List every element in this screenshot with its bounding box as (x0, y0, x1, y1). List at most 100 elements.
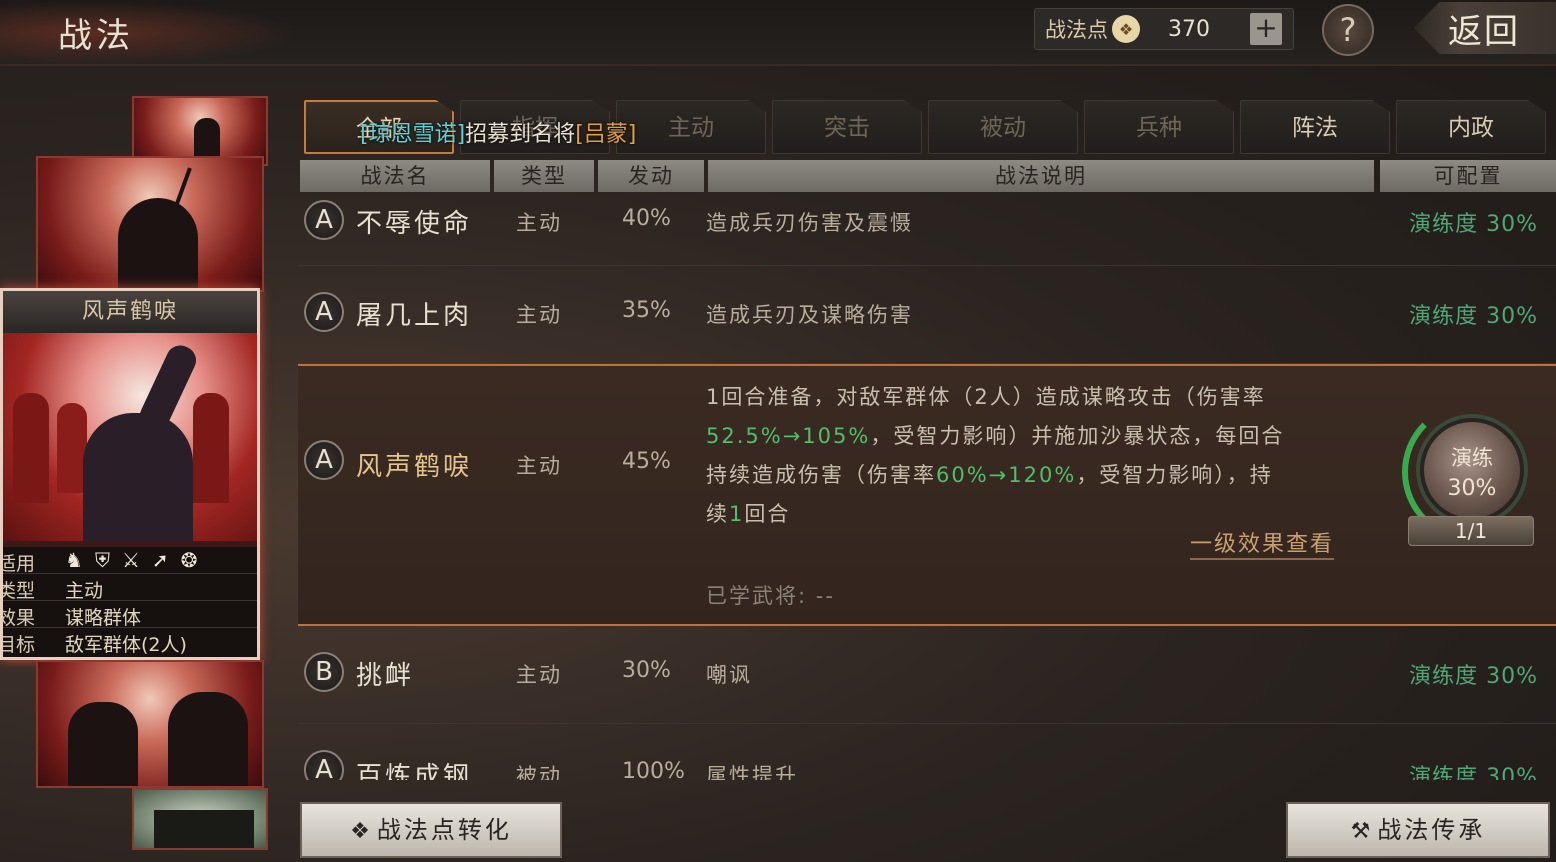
convert-points-button[interactable]: ❖ 战法点转化 (300, 802, 562, 858)
damage-rate: 52.5%→105% (706, 424, 871, 448)
crowd-silhouette (154, 810, 254, 848)
skill-points-icon: ❖ (1112, 15, 1140, 43)
grade-badge: A (304, 200, 344, 240)
skill-rate: 45% (622, 449, 671, 474)
skill-card-upper[interactable] (36, 156, 264, 292)
skill-rate: 35% (622, 298, 671, 323)
desc-text: 回合 (744, 502, 791, 526)
desc-text: 续 (706, 502, 729, 526)
drill-value: 30% (1447, 476, 1497, 501)
card-title: 风声鹤唳 (3, 291, 257, 333)
column-header-rate: 发动 (598, 160, 704, 192)
skill-points-icon: ❖ (350, 819, 373, 844)
recruit-text: 招募到名将 (465, 122, 576, 147)
desc-text: 持续造成伤害（伤害率 (706, 463, 936, 487)
skill-points-value: 370 (1168, 16, 1210, 42)
tab-internal[interactable]: 内政 (1396, 100, 1546, 154)
target-label: 目标 (0, 634, 36, 656)
skill-points-box: 战法点 ❖ 370 + (1034, 8, 1294, 50)
dot-rate: 60%→120% (936, 463, 1077, 487)
tab-troop[interactable]: 兵种 (1084, 100, 1234, 154)
fan-silhouette (135, 340, 201, 436)
recruit-broadcast: [琼恩雪诺]招募到名将[吕蒙] (360, 116, 636, 148)
skill-points-label: 战法点 (1045, 18, 1108, 42)
duration-value: 1 (729, 502, 745, 526)
bow-icon: ➚ (151, 548, 169, 572)
apply-row: 适用 ♞ ⛨ ⚔ ➚ ❂ (0, 547, 257, 575)
skill-name: 屠几上肉 (356, 301, 473, 331)
skill-desc: 属性提升 (706, 764, 798, 780)
rider-silhouette (118, 198, 198, 290)
skill-drill: 演练度 30% (1409, 304, 1538, 329)
skill-rate: 40% (622, 206, 671, 231)
type-row: 类型 主动 (0, 574, 257, 602)
skill-name: 挑衅 (356, 661, 415, 691)
cavalry-icon: ♞ (65, 548, 83, 572)
warrior-silhouette (168, 692, 248, 786)
skill-drill: 演练度 30% (1409, 765, 1538, 780)
page-title: 战法 (58, 16, 134, 56)
skill-card-bottom[interactable] (132, 788, 268, 850)
skill-row-expanded[interactable]: A 风声鹤唳 主动 45% 1回合准备，对敌军群体（2人）造成谋略攻击（伤害率 … (298, 364, 1556, 626)
desc-line: 52.5%→105%，受智力影响）并施加沙暴状态，每回合 (706, 417, 1366, 456)
troop-icons: ♞ ⛨ ⚔ ➚ ❂ (65, 548, 197, 572)
column-header-type: 类型 (494, 160, 594, 192)
effect-label: 效果 (0, 607, 36, 629)
grade-badge: A (304, 440, 344, 480)
skill-name: 不辱使命 (356, 209, 473, 239)
skill-rate: 100% (622, 759, 685, 780)
shield-icon: ⛨ (94, 548, 110, 572)
skill-desc: 造成兵刃伤害及震慑 (706, 211, 913, 235)
convert-points-label: 战法点转化 (376, 816, 512, 844)
desc-text: ，受智力影响）并施加沙暴状态，每回合 (870, 424, 1285, 448)
type-value: 主动 (65, 580, 104, 602)
tab-passive[interactable]: 被动 (928, 100, 1078, 154)
skill-type: 主动 (516, 454, 562, 478)
target-row: 目标 敌军群体(2人) (0, 628, 257, 656)
inherit-skill-label: 战法传承 (1377, 816, 1486, 844)
inherit-skill-button[interactable]: ⚒ 战法传承 (1286, 802, 1550, 858)
selected-skill-card[interactable]: 风声鹤唳 适用 ♞ ⛨ ⚔ ➚ ❂ 类型 主动 效果 谋略群体 目标 敌军群体(… (0, 288, 260, 660)
add-points-button[interactable]: + (1250, 13, 1282, 45)
skill-type: 主动 (516, 211, 562, 235)
grade-badge: A (304, 750, 344, 780)
skill-drill: 演练度 30% (1409, 664, 1538, 689)
tab-assault[interactable]: 突击 (772, 100, 922, 154)
player-name: [琼恩雪诺] (360, 122, 466, 147)
desc-line: 持续造成伤害（伤害率60%→120%，受智力影响），持 (706, 456, 1366, 495)
apply-label: 适用 (0, 553, 36, 575)
skill-row[interactable]: A 百炼成钢 被动 100% 属性提升 演练度 30% (298, 724, 1556, 780)
effect-row: 效果 谋略群体 (0, 601, 257, 629)
skill-name: 风声鹤唳 (356, 452, 473, 482)
wheel-icon: ❂ (180, 548, 198, 572)
type-label: 类型 (0, 580, 36, 602)
skill-card-lower[interactable] (36, 660, 264, 788)
card-info: 适用 ♞ ⛨ ⚔ ➚ ❂ 类型 主动 效果 谋略群体 目标 敌军群体(2人) (0, 547, 257, 657)
skill-row[interactable]: A 屠几上肉 主动 35% 造成兵刃及谋略伤害 演练度 30% (298, 266, 1556, 364)
skill-row[interactable]: A 不辱使命 主动 40% 造成兵刃伤害及震慑 演练度 30% (298, 194, 1556, 266)
general-name: [吕蒙] (575, 122, 637, 147)
column-header-name: 战法名 (300, 160, 490, 192)
skill-row[interactable]: B 挑衅 主动 30% 嘲讽 演练度 30% (298, 626, 1556, 724)
tab-active[interactable]: 主动 (616, 100, 766, 154)
desc-text: ，受智力影响），持 (1076, 463, 1273, 487)
skill-desc: 造成兵刃及谋略伤害 (706, 303, 913, 327)
effect-value: 谋略群体 (65, 607, 142, 629)
help-button[interactable]: ? (1322, 4, 1374, 56)
grade-badge: A (304, 292, 344, 332)
skill-desc: 嘲讽 (706, 663, 752, 687)
target-value: 敌军群体(2人) (65, 634, 187, 656)
skill-rate: 30% (622, 658, 671, 683)
title-decoration (0, 0, 300, 66)
axe-icon: ⚒ (1350, 819, 1374, 844)
spear-icon: ⚔ (121, 548, 140, 572)
drill-button[interactable]: 演练 30% (1420, 418, 1524, 522)
skill-type: 主动 (516, 303, 562, 327)
skill-type: 被动 (516, 764, 562, 780)
column-header-config: 可配置 (1380, 160, 1556, 192)
tab-formation[interactable]: 阵法 (1240, 100, 1390, 154)
back-button-label[interactable]: 返回 (1448, 4, 1520, 53)
skill-name: 百炼成钢 (356, 762, 473, 780)
level1-effect-link[interactable]: 一级效果查看 (1190, 526, 1335, 560)
skill-type: 主动 (516, 663, 562, 687)
